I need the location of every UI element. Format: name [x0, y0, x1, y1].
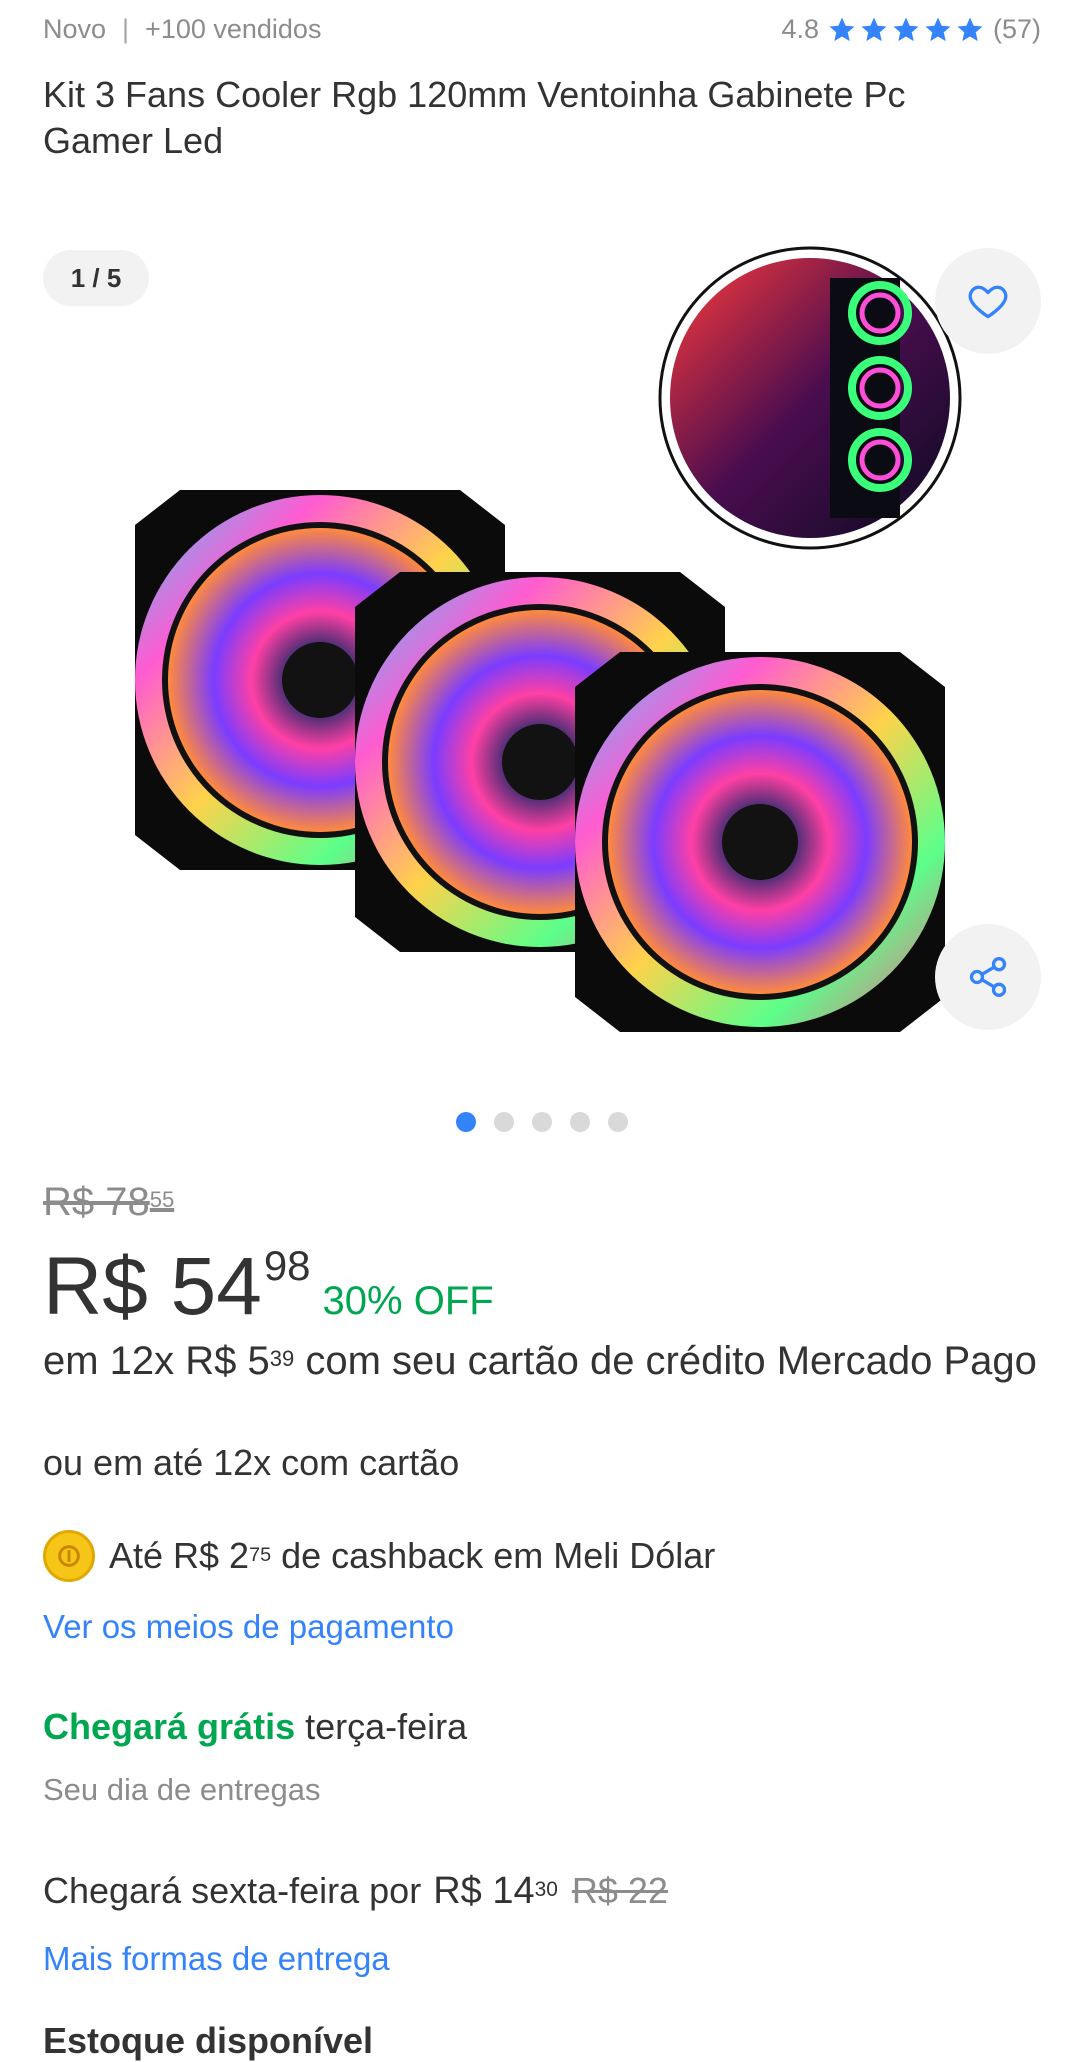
paid-shipping-price: R$ 1430 [433, 1870, 558, 1913]
pagination-dot[interactable] [608, 1112, 628, 1132]
current-price: R$ 54 98 30% OFF [43, 1240, 494, 1334]
cashback-prefix: Até R$ 2 [109, 1535, 250, 1576]
pagination-dot[interactable] [570, 1112, 590, 1132]
meli-coin-icon [43, 1530, 95, 1582]
installment-alt: ou em até 12x com cartão [43, 1442, 460, 1483]
pagination-dot[interactable] [494, 1112, 514, 1132]
rating-stars [827, 15, 987, 45]
free-shipping-day: terça-feira [295, 1706, 468, 1747]
gallery-pagination[interactable] [0, 1112, 1084, 1132]
stock-status: Estoque disponível [43, 2020, 374, 2061]
paid-shipping-price-main: R$ 14 [433, 1870, 535, 1912]
rating-count: (57) [992, 14, 1041, 44]
cashback-cents: 75 [249, 1544, 272, 1567]
original-price-value: R$ 78 [43, 1180, 150, 1224]
paid-shipping-old-price: R$ 22 [571, 1870, 668, 1911]
original-price: R$ 7855 [43, 1180, 174, 1225]
product-image [135, 246, 962, 1032]
original-price-main: R$ 7855 [43, 1180, 174, 1224]
favorite-button[interactable] [935, 248, 1041, 354]
more-shipping-options-link[interactable]: Mais formas de entrega [43, 1940, 390, 1978]
rating-value: 4.8 [781, 14, 819, 44]
star-icon [925, 17, 951, 41]
coin-glyph [58, 1545, 80, 1567]
paid-shipping-info: Chegará sexta-feira por R$ 1430 R$ 22 [43, 1870, 668, 1913]
free-shipping-label: Chegará grátis [43, 1706, 296, 1747]
condition-label: Novo [43, 14, 107, 44]
price-cents: 98 [263, 1242, 311, 1289]
star-icon [829, 17, 855, 41]
installment-cents: 39 [269, 1346, 295, 1372]
product-title: Kit 3 Fans Cooler Rgb 120mm Ventoinha Ga… [43, 74, 906, 161]
installment-info: em 12x R$ 539 com seu cartão de crédito … [43, 1335, 1043, 1388]
product-image-gallery[interactable] [0, 230, 1084, 1090]
cashback-info: Até R$ 275 de cashback em Meli Dólar [43, 1530, 715, 1582]
heart-icon [968, 285, 1008, 319]
share-icon [969, 957, 1007, 997]
pagination-dot[interactable] [532, 1112, 552, 1132]
separator: | [122, 14, 130, 44]
star-icon [893, 17, 919, 41]
payment-methods-link[interactable]: Ver os meios de pagamento [43, 1608, 454, 1646]
image-counter: 1 / 5 [43, 250, 149, 306]
pagination-dot[interactable] [456, 1112, 476, 1132]
discount-badge: 30% OFF [322, 1279, 494, 1323]
rating[interactable]: 4.8 (57) [781, 14, 1041, 45]
star-icon [861, 17, 887, 41]
price-main: R$ 54 [43, 1241, 262, 1332]
header-meta: Novo | +100 vendidos [43, 14, 321, 45]
sold-count: +100 vendidos [145, 14, 322, 44]
original-price-cents: 55 [149, 1187, 175, 1213]
cashback-text: Até R$ 275 de cashback em Meli Dólar [109, 1535, 715, 1577]
paid-shipping-cents: 30 [534, 1877, 558, 1901]
share-button[interactable] [935, 924, 1041, 1030]
installment-suffix: com seu cartão de crédito Mercado Pago [294, 1339, 1037, 1383]
star-icon [957, 17, 983, 41]
installment-prefix: em 12x R$ 5 [43, 1339, 270, 1383]
delivery-day-note: Seu dia de entregas [43, 1772, 321, 1807]
cashback-suffix: de cashback em Meli Dólar [271, 1535, 716, 1576]
paid-shipping-label: Chegará sexta-feira por [43, 1870, 422, 1911]
free-shipping-info: Chegará grátis terça-feira [43, 1706, 467, 1748]
